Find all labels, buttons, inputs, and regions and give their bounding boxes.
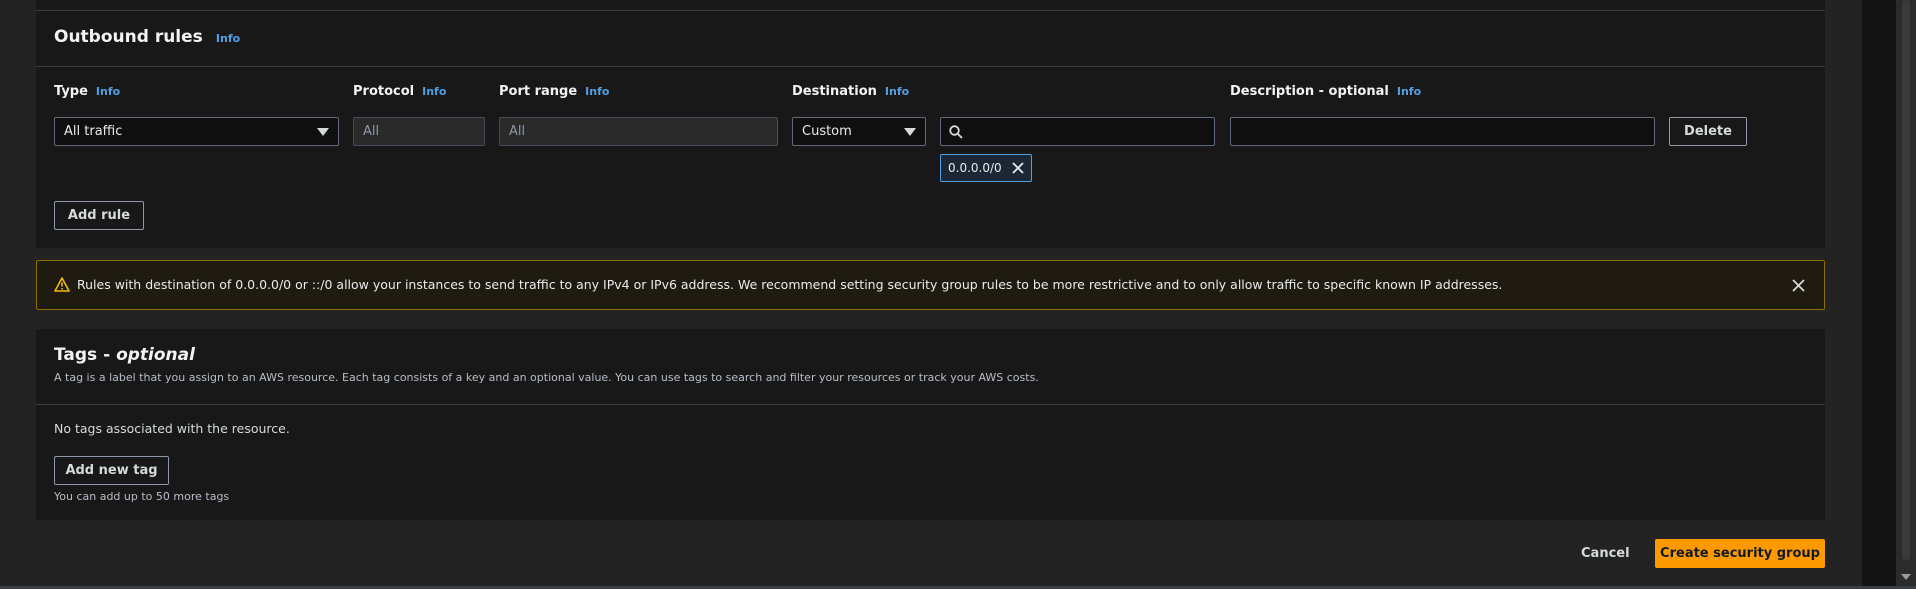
type-select-value: All traffic [64, 124, 123, 139]
header-divider [36, 66, 1825, 67]
outbound-header: Outbound rules Info [54, 27, 240, 47]
protocol-label-text: Protocol [353, 84, 415, 99]
scroll-down-arrow-icon[interactable] [1901, 574, 1911, 580]
destination-mode-select[interactable]: Custom [792, 117, 926, 146]
cidr-token-label: 0.0.0.0/0 [948, 161, 1002, 175]
scrollbar-track[interactable] [1896, 0, 1916, 589]
add-rule-button[interactable]: Add rule [54, 201, 144, 230]
tags-title-text: Tags - [54, 345, 117, 365]
tags-description: A tag is a label that you assign to an A… [54, 371, 1039, 384]
destination-info-link[interactable]: Info [885, 85, 909, 98]
destination-search-input[interactable] [940, 117, 1215, 146]
side-gutter [1862, 0, 1896, 589]
protocol-value: All [363, 124, 380, 139]
create-security-group-button[interactable]: Create security group [1655, 539, 1825, 568]
type-select[interactable]: All traffic [54, 117, 339, 146]
outbound-title: Outbound rules [54, 27, 203, 47]
cidr-token: 0.0.0.0/0 [940, 154, 1032, 182]
search-icon [949, 125, 963, 139]
destination-label-text: Destination [792, 84, 877, 99]
caret-down-icon [904, 128, 916, 136]
tags-title-optional: optional [116, 345, 195, 365]
tags-divider [36, 404, 1825, 405]
type-label-text: Type [54, 84, 88, 99]
protocol-info-link[interactable]: Info [422, 85, 446, 98]
tags-limit-text: You can add up to 50 more tags [54, 490, 230, 503]
port-range-input: All [499, 117, 778, 146]
cancel-button[interactable]: Cancel [1581, 539, 1630, 568]
destination-column-label: Destination Info [792, 84, 909, 99]
delete-rule-button[interactable]: Delete [1669, 117, 1747, 146]
close-icon[interactable] [1792, 279, 1805, 292]
tags-title: Tags - optional [54, 345, 195, 365]
tags-panel: Tags - optional A tag is a label that yo… [36, 329, 1825, 520]
port-range-column-label: Port range Info [499, 84, 609, 99]
warning-alert: Rules with destination of 0.0.0.0/0 or :… [36, 260, 1825, 310]
top-divider [36, 10, 1825, 11]
description-label-text: Description - optional [1230, 84, 1389, 99]
protocol-input: All [353, 117, 485, 146]
description-input[interactable] [1230, 117, 1655, 146]
scrollbar-thumb[interactable] [1902, 0, 1910, 560]
description-column-label: Description - optional Info [1230, 84, 1421, 99]
type-column-label: Type Info [54, 84, 120, 99]
tags-empty-text: No tags associated with the resource. [54, 421, 290, 436]
protocol-column-label: Protocol Info [353, 84, 446, 99]
type-info-link[interactable]: Info [96, 85, 120, 98]
warning-icon [54, 277, 70, 292]
add-new-tag-button[interactable]: Add new tag [54, 456, 169, 485]
port-range-value: All [509, 124, 526, 139]
destination-mode-value: Custom [802, 124, 852, 139]
caret-down-icon [317, 128, 329, 136]
port-range-info-link[interactable]: Info [585, 85, 609, 98]
port-range-label-text: Port range [499, 84, 578, 99]
outbound-info-link[interactable]: Info [216, 32, 240, 45]
outbound-rules-panel: Outbound rules Info Type Info Protocol Inf… [36, 0, 1825, 248]
warning-text: Rules with destination of 0.0.0.0/0 or :… [77, 277, 1503, 292]
description-info-link[interactable]: Info [1397, 85, 1421, 98]
close-icon[interactable] [1012, 162, 1024, 174]
